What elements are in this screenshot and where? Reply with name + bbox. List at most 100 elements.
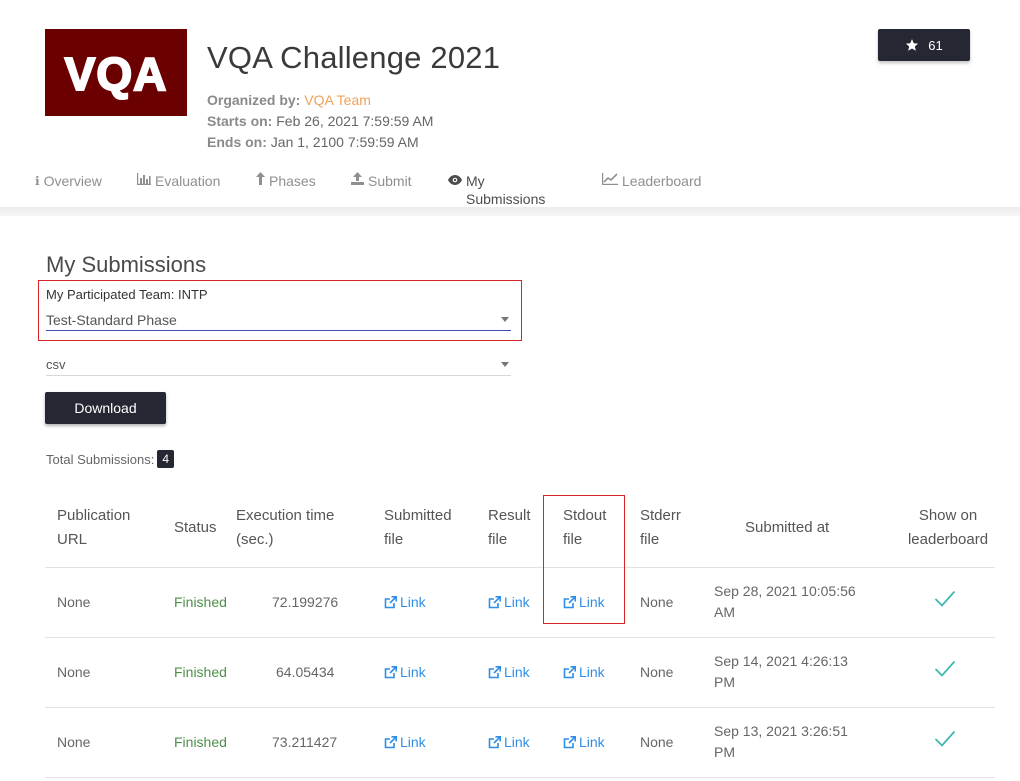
result-file-link[interactable]: Link [488,664,530,680]
tab-overview-label: Overview [43,173,102,189]
header-publication-line2: URL [57,531,88,548]
organizer-line: Organized by: VQA Team [207,92,371,108]
challenge-logo: VQA [45,29,187,116]
participated-team-label: My Participated Team: INTP [46,287,208,302]
header-result-line1: Result [488,507,531,524]
chevron-down-icon [501,317,509,322]
stdout-file-link[interactable]: Link [563,664,605,680]
star-count: 61 [928,37,943,53]
check-icon[interactable] [934,590,956,608]
highlight-box-stdout [543,495,625,624]
stderr-file-cell: None [640,594,674,610]
tab-my-submissions-label: My Submissions [466,173,546,207]
result-file-link[interactable]: Link [488,734,530,750]
line-chart-icon [602,172,618,190]
header-stderr-line1: Stderr [640,507,681,524]
total-count-badge: 4 [157,450,175,468]
starts-value: Feb 26, 2021 7:59:59 AM [276,113,434,129]
row-divider [45,637,995,638]
tab-phases[interactable]: Phases [256,172,316,208]
tab-leaderboard-label: Leaderboard [622,173,702,189]
tab-submit-label: Submit [368,173,412,189]
tab-my-submissions[interactable]: My Submissions [448,172,563,208]
ends-value: Jan 1, 2100 7:59:59 AM [270,134,419,150]
tab-leaderboard[interactable]: Leaderboard [602,172,701,208]
star-button[interactable]: 61 [878,29,970,61]
start-date-line: Starts on: Feb 26, 2021 7:59:59 AM [207,113,433,129]
link-label: Link [400,734,426,750]
submitted-at-line2: PM [714,744,735,760]
submitted-file-link[interactable]: Link [384,734,426,750]
end-date-line: Ends on: Jan 1, 2100 7:59:59 AM [207,134,419,150]
total-submissions: Total Submissions: 4 [46,450,175,468]
download-button[interactable]: Download [45,392,166,424]
header-exec-line1: Execution time [236,507,335,524]
header-submitted-at: Submitted at [745,519,830,536]
table-header-divider [45,567,995,568]
tab-evaluation-label: Evaluation [155,173,221,189]
check-icon[interactable] [934,660,956,678]
chevron-down-icon [501,362,509,367]
submitted-at-line1: Sep 28, 2021 10:05:56 [714,583,856,599]
header-result-file: Result file [488,504,531,552]
ends-label: Ends on: [207,134,267,150]
header-publication-url: Publication URL [57,504,130,552]
header-stderr-file: Stderr file [640,504,681,552]
submitted-file-link[interactable]: Link [384,664,426,680]
star-icon [906,39,919,51]
status-cell: Finished [174,664,227,680]
link-label: Link [504,594,530,610]
external-link-icon [384,595,397,608]
stdout-file-link[interactable]: Link [563,734,605,750]
header-show-on-leaderboard: Show on leaderboard [905,504,991,552]
challenge-tabs: ℹ Overview Evaluation Phases Submit My S… [0,172,1020,208]
phase-select[interactable]: Test-Standard Phase [46,309,511,331]
execution-time-cell: 64.05434 [276,664,335,680]
header-submitted-file: Submitted file [384,504,452,552]
stderr-file-cell: None [640,734,674,750]
header-result-line2: file [488,531,508,548]
submitted-at-cell: Sep 13, 2021 3:26:51 PM [714,721,848,763]
submitted-at-line1: Sep 13, 2021 3:26:51 [714,723,848,739]
header-submitted-line2: file [384,531,404,548]
bar-chart-icon [137,172,151,190]
section-title: My Submissions [46,252,207,277]
challenge-title: VQA Challenge 2021 [207,40,501,75]
header-status: Status [174,519,217,536]
link-label: Link [579,734,605,750]
check-icon[interactable] [934,730,956,748]
status-cell: Finished [174,734,227,750]
format-select-value: csv [46,357,66,372]
starts-label: Starts on: [207,113,273,129]
external-link-icon [488,595,501,608]
header-submitted-line1: Submitted [384,507,452,524]
upload-icon [351,172,364,190]
tab-submit[interactable]: Submit [351,172,412,208]
publication-url-cell: None [57,594,91,610]
header-exec-line2: (sec.) [236,531,274,548]
execution-time-cell: 73.211427 [272,734,338,750]
external-link-icon [384,735,397,748]
upload-arrow-icon [256,172,265,190]
submitted-file-link[interactable]: Link [384,594,426,610]
tab-overview[interactable]: ℹ Overview [35,172,102,208]
phase-select-value: Test-Standard Phase [46,311,177,328]
info-icon: ℹ [35,174,40,188]
result-file-link[interactable]: Link [488,594,530,610]
format-select[interactable]: csv [46,354,511,376]
header-stderr-line2: file [640,531,660,548]
link-label: Link [504,734,530,750]
link-label: Link [579,664,605,680]
external-link-icon [488,735,501,748]
link-label: Link [504,664,530,680]
header-publication-line1: Publication [57,507,131,524]
header-show-line2: leaderboard [907,531,989,548]
logo-text: VQA [65,48,168,100]
external-link-icon [488,665,501,678]
status-cell: Finished [174,594,227,610]
eye-icon [448,172,462,190]
submitted-at-line2: AM [714,604,735,620]
tab-evaluation[interactable]: Evaluation [137,172,220,208]
organizer-link[interactable]: VQA Team [304,92,371,108]
publication-url-cell: None [57,664,91,680]
